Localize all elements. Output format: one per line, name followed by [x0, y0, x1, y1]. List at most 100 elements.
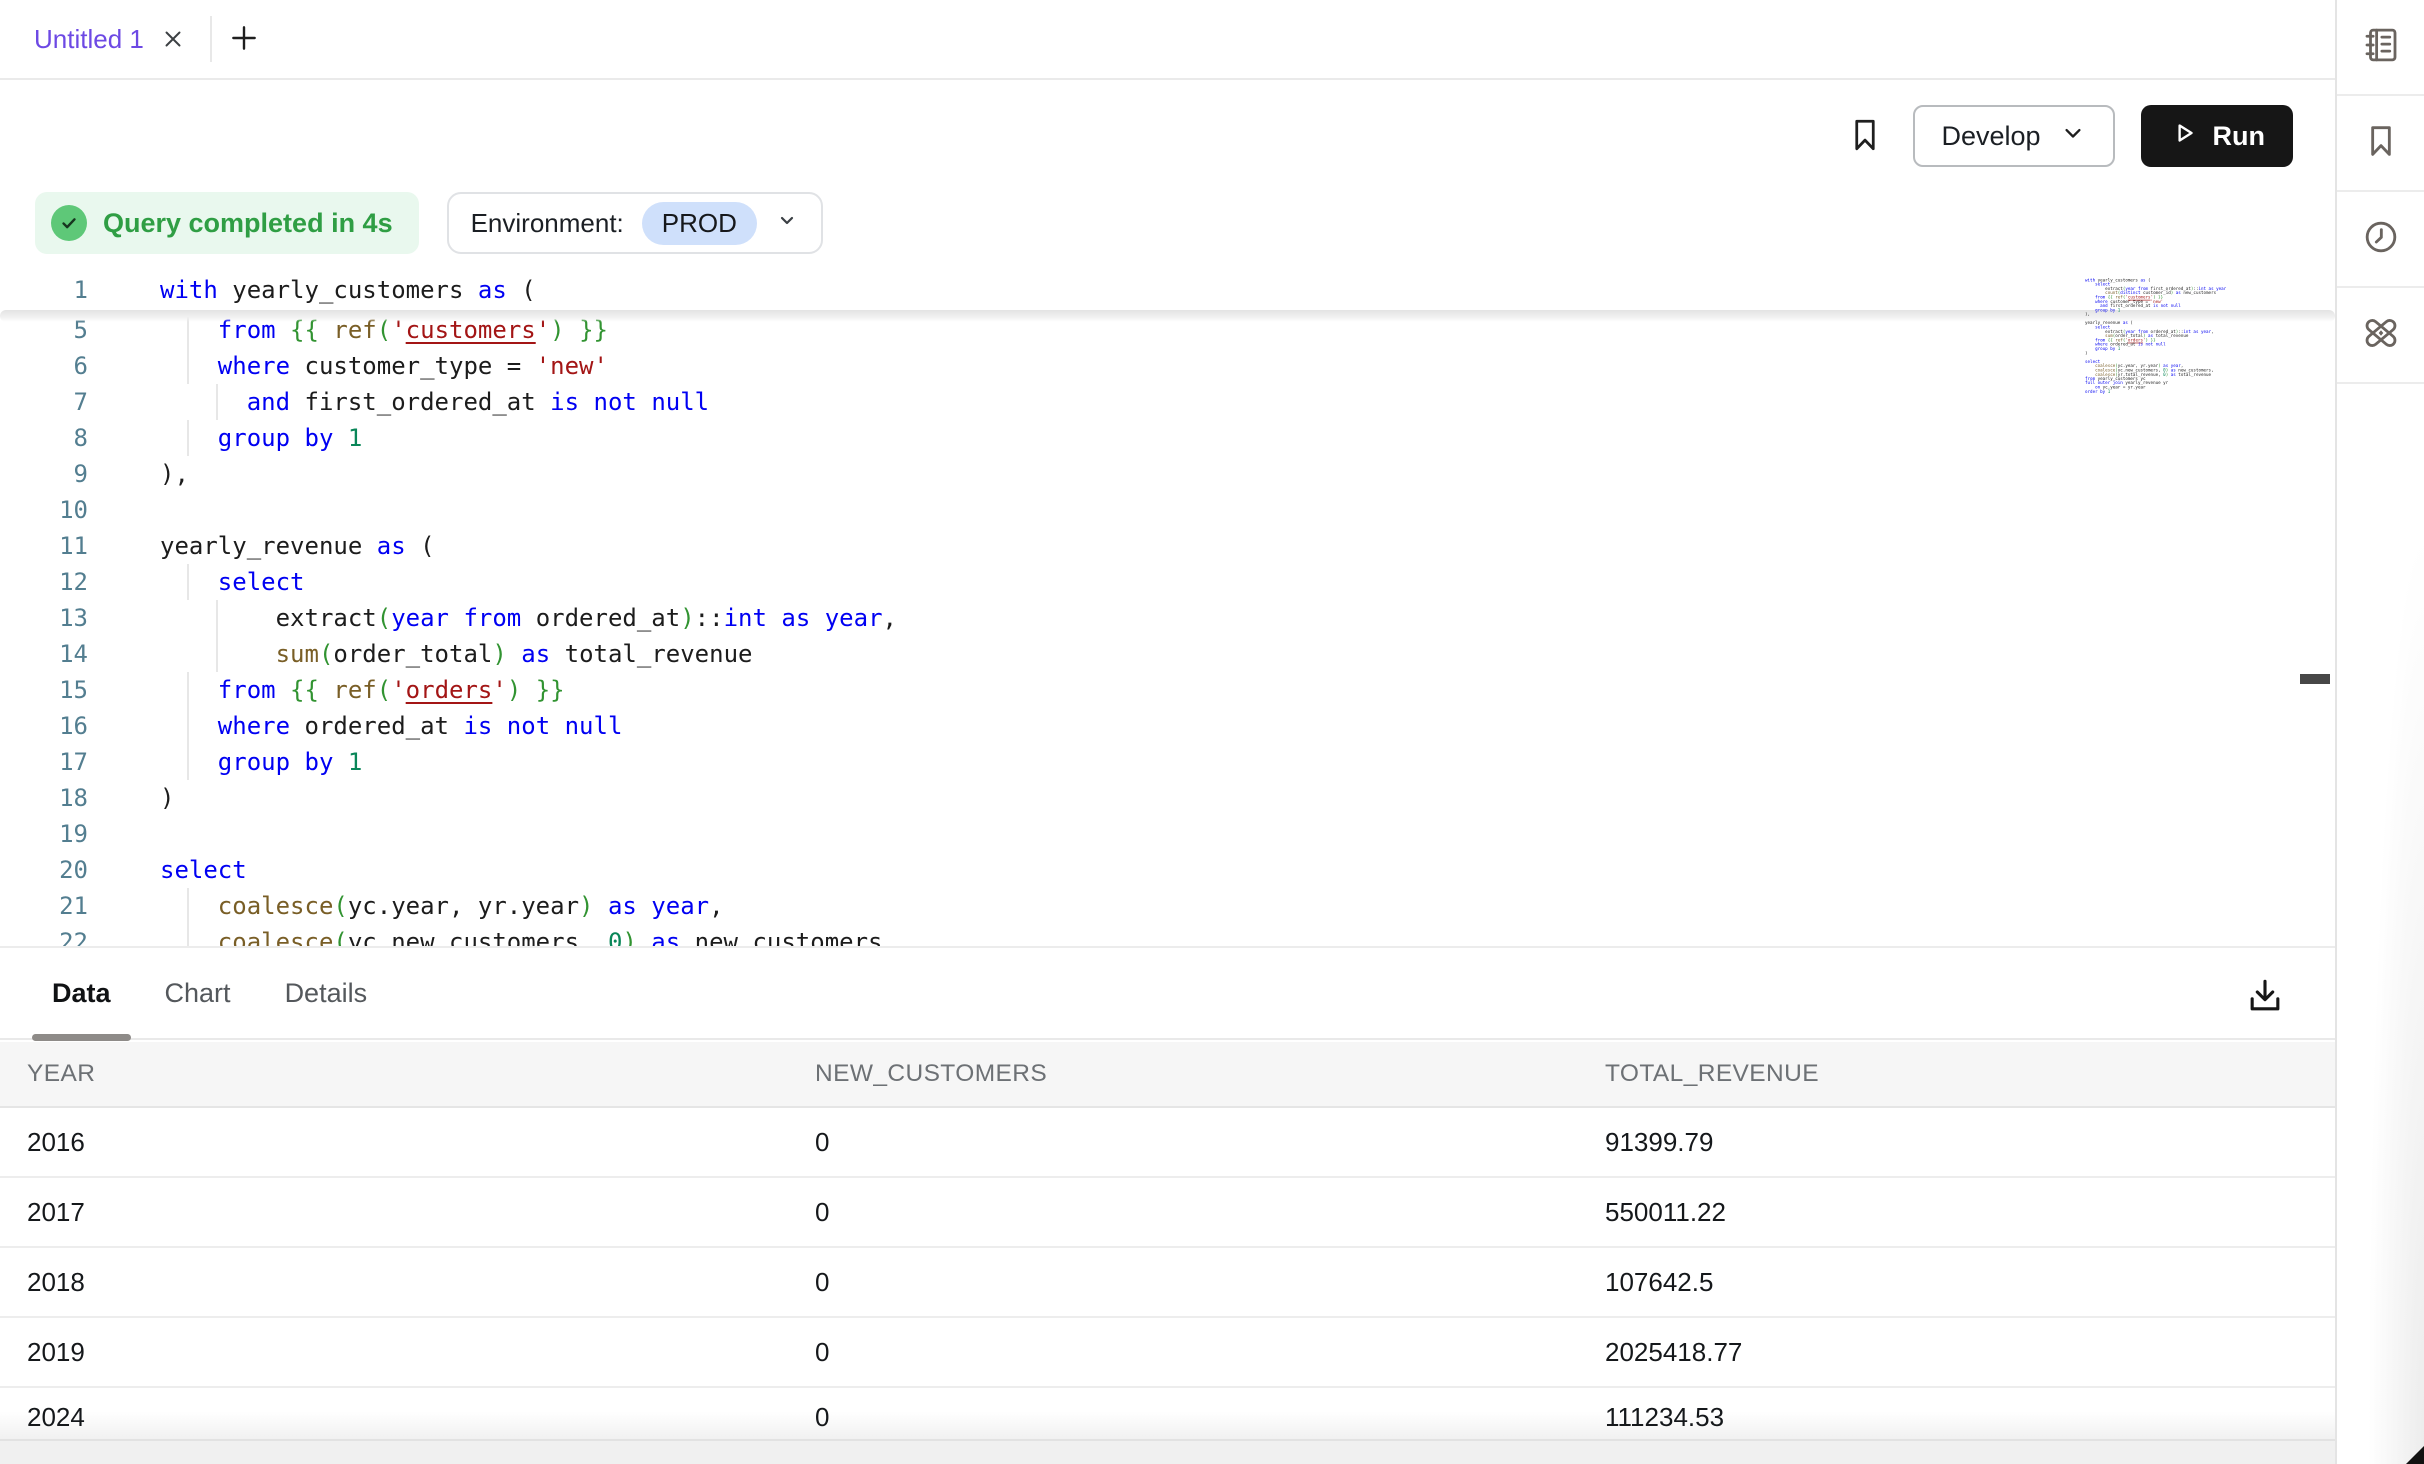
chevron-down-icon	[2059, 119, 2087, 154]
table-cell: 550011.22	[1578, 1178, 2335, 1246]
line-number: 19	[0, 816, 88, 852]
code-editor[interactable]: 5 from {{ ref('customers') }}6 where cus…	[0, 272, 2335, 946]
table-cell: 2018	[0, 1248, 788, 1316]
table-cell: 0	[788, 1388, 1578, 1441]
code-line-8[interactable]: 8 group by 1	[0, 420, 2335, 456]
tab-untitled-1[interactable]: Untitled 1	[0, 0, 210, 78]
code-line-21[interactable]: 21 coalesce(yc.year, yr.year) as year,	[0, 888, 2335, 924]
sticky-scroll-shadow	[0, 310, 2335, 322]
code-line-9[interactable]: 9),	[0, 456, 2335, 492]
code-line-1[interactable]: 1 with yearly_customers as (	[0, 272, 2335, 308]
sticky-scroll-line[interactable]: 1 with yearly_customers as (	[0, 272, 2335, 310]
code-line-14[interactable]: 14 sum(order_total) as total_revenue	[0, 636, 2335, 672]
bookmark-icon	[1843, 111, 1887, 162]
code-line-7[interactable]: 7 and first_ordered_at is not null	[0, 384, 2335, 420]
line-number: 6	[0, 348, 88, 384]
app-window: Untitled 1 Develop	[0, 0, 2424, 1464]
code-text: where customer_type = 'new'	[160, 348, 608, 384]
code-line-20[interactable]: 20 select	[0, 852, 2335, 888]
notebook-panel-button[interactable]	[2337, 0, 2424, 96]
line-number: 14	[0, 636, 88, 672]
minimap-line: order by 1	[2085, 389, 2226, 393]
line-number: 20	[0, 852, 88, 888]
environment-badge: PROD	[642, 202, 757, 245]
table-cell: 111234.53	[1578, 1388, 2335, 1441]
code-line-19[interactable]: 19	[0, 816, 2335, 852]
history-panel-button[interactable]	[2337, 192, 2424, 288]
results-tab-bar: DataChartDetails	[0, 948, 2335, 1040]
new-tab-button[interactable]	[228, 0, 260, 78]
code-body[interactable]: 5 from {{ ref('customers') }}6 where cus…	[0, 312, 2335, 946]
line-number: 12	[0, 564, 88, 600]
code-line-22[interactable]: 22 coalesce(yc.new_customers, 0) as new_…	[0, 924, 2335, 946]
horizontal-scrollbar[interactable]	[0, 1439, 2335, 1464]
status-row: Query completed in 4s Environment: PROD	[35, 192, 823, 254]
table-cell: 0	[788, 1178, 1578, 1246]
query-status-text: Query completed in 4s	[103, 208, 393, 239]
toolbar: Develop Run	[0, 80, 2335, 192]
code-text: with yearly_customers as (	[160, 272, 536, 308]
code-text: select	[160, 852, 247, 888]
line-number: 18	[0, 780, 88, 816]
code-text: group by 1	[160, 744, 362, 780]
bookmarks-panel-button[interactable]	[2337, 96, 2424, 192]
notebook-icon	[2360, 24, 2402, 71]
line-number: 8	[0, 420, 88, 456]
code-text: sum(order_total) as total_revenue	[160, 636, 752, 672]
code-line-10[interactable]: 10	[0, 492, 2335, 528]
table-cell: 2024	[0, 1388, 788, 1441]
table-row[interactable]: 20180107642.5	[0, 1248, 2335, 1318]
table-row[interactable]: 2016091399.79	[0, 1108, 2335, 1178]
column-header-new_customers[interactable]: NEW_CUSTOMERS	[788, 1042, 1578, 1106]
environment-selector[interactable]: Environment: PROD	[447, 192, 823, 254]
code-line-18[interactable]: 18)	[0, 780, 2335, 816]
table-row[interactable]: 201902025418.77	[0, 1318, 2335, 1388]
table-row[interactable]: 20170550011.22	[0, 1178, 2335, 1248]
compass-panel-button[interactable]	[2337, 288, 2424, 384]
bookmark-button[interactable]	[1843, 111, 1887, 162]
tab-chart[interactable]: Chart	[145, 947, 251, 1039]
scrollbar-marker[interactable]	[2300, 674, 2330, 684]
line-number: 10	[0, 492, 88, 528]
code-text: and first_ordered_at is not null	[160, 384, 709, 420]
line-number: 16	[0, 708, 88, 744]
close-icon[interactable]	[160, 26, 186, 52]
main-area: Untitled 1 Develop	[0, 0, 2337, 1464]
table-header-row: YEARNEW_CUSTOMERSTOTAL_REVENUE	[0, 1042, 2335, 1108]
tab-data[interactable]: Data	[32, 947, 131, 1039]
plus-icon	[228, 22, 260, 57]
line-number: 11	[0, 528, 88, 564]
results-panel: DataChartDetails YEARNEW_CUSTOMERSTOTAL_…	[0, 946, 2335, 1464]
code-text: ),	[160, 456, 189, 492]
tab-divider	[210, 16, 212, 62]
tab-label: Untitled 1	[34, 24, 144, 55]
code-text: select	[160, 564, 305, 600]
develop-dropdown[interactable]: Develop	[1913, 105, 2114, 167]
code-line-13[interactable]: 13 extract(year from ordered_at)::int as…	[0, 600, 2335, 636]
resize-corner	[2406, 1446, 2424, 1464]
table-cell: 0	[788, 1318, 1578, 1386]
minimap[interactable]: with yearly_customers as ( select extrac…	[2085, 278, 2227, 400]
right-sidebar	[2337, 0, 2424, 1464]
line-number: 1	[0, 272, 88, 308]
code-line-6[interactable]: 6 where customer_type = 'new'	[0, 348, 2335, 384]
line-number: 22	[0, 924, 88, 946]
column-header-total_revenue[interactable]: TOTAL_REVENUE	[1578, 1042, 2335, 1106]
code-text: from {{ ref('orders') }}	[160, 672, 565, 708]
develop-label: Develop	[1941, 121, 2040, 152]
code-text: )	[160, 780, 174, 816]
column-header-year[interactable]: YEAR	[0, 1042, 788, 1106]
code-line-15[interactable]: 15 from {{ ref('orders') }}	[0, 672, 2335, 708]
table-row[interactable]: 20240111234.53	[0, 1388, 2335, 1441]
tab-details[interactable]: Details	[265, 947, 388, 1039]
code-line-17[interactable]: 17 group by 1	[0, 744, 2335, 780]
compass-sparkle-icon	[2360, 312, 2402, 359]
history-icon	[2361, 217, 2401, 262]
table-cell: 2025418.77	[1578, 1318, 2335, 1386]
code-line-11[interactable]: 11yearly_revenue as (	[0, 528, 2335, 564]
run-button[interactable]: Run	[2141, 105, 2293, 167]
table-cell: 2019	[0, 1318, 788, 1386]
download-button[interactable]	[2239, 970, 2291, 1025]
code-line-16[interactable]: 16 where ordered_at is not null	[0, 708, 2335, 744]
code-line-12[interactable]: 12 select	[0, 564, 2335, 600]
